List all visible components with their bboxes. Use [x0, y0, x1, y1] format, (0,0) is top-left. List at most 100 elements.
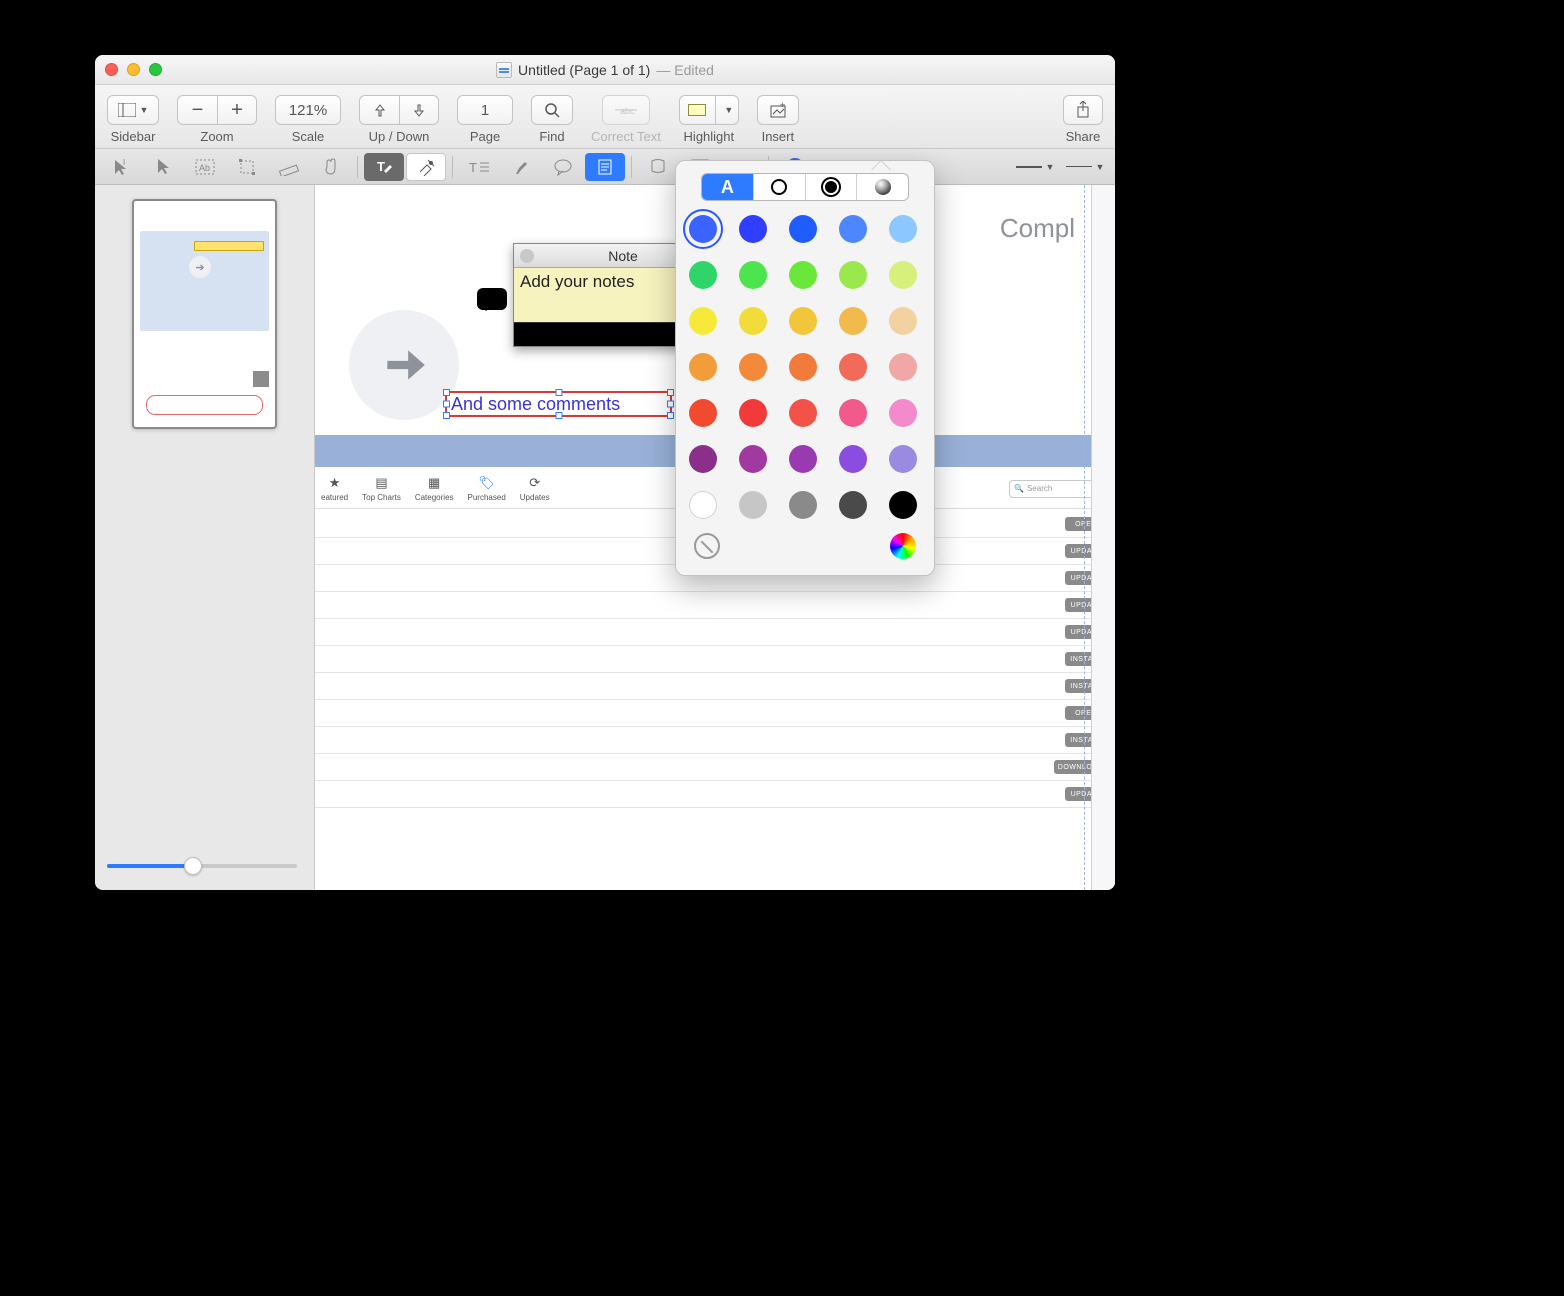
insert-button[interactable]: +	[757, 95, 799, 125]
share-group: Share	[1063, 95, 1103, 144]
text-annotation-selected[interactable]: And some comments	[445, 391, 672, 417]
zoom-in-button[interactable]: +	[217, 95, 257, 125]
share-button[interactable]	[1063, 95, 1103, 125]
hand-tool[interactable]	[311, 153, 351, 181]
resize-handle[interactable]	[443, 401, 450, 408]
color-swatch[interactable]	[789, 491, 817, 519]
color-swatch[interactable]	[739, 491, 767, 519]
text-style-tool[interactable]: T	[459, 153, 499, 181]
highlight-swatch-icon	[688, 104, 706, 116]
resize-handle[interactable]	[667, 412, 674, 419]
sphere-icon	[875, 179, 891, 195]
color-swatch[interactable]	[839, 445, 867, 473]
page-group: 1 Page	[457, 95, 513, 144]
color-swatch[interactable]	[889, 445, 917, 473]
annotation-toolbar: I Ab T T ▼ ▼	[95, 149, 1115, 185]
color-swatch[interactable]	[839, 215, 867, 243]
sidebar-toggle-button[interactable]: ▼	[107, 95, 159, 125]
resize-handle[interactable]	[443, 389, 450, 396]
color-swatch[interactable]	[839, 353, 867, 381]
color-swatch[interactable]	[839, 399, 867, 427]
color-swatch[interactable]	[839, 307, 867, 335]
color-swatch[interactable]	[689, 215, 717, 243]
resize-handle[interactable]	[555, 412, 562, 419]
area-select-tool[interactable]: Ab	[185, 153, 225, 181]
note-tool[interactable]	[585, 153, 625, 181]
text-cursor-tool[interactable]: I	[101, 153, 141, 181]
eraser-tool[interactable]	[406, 153, 446, 181]
note-close-dot[interactable]	[520, 249, 534, 263]
resize-handle[interactable]	[667, 401, 674, 408]
color-swatch[interactable]	[689, 491, 717, 519]
color-swatch[interactable]	[689, 353, 717, 381]
color-swatch[interactable]	[789, 445, 817, 473]
tab-updates[interactable]: ⟳Updates	[520, 475, 550, 502]
text-annotation-tool[interactable]: T	[364, 153, 404, 181]
color-swatch[interactable]	[889, 261, 917, 289]
color-swatch[interactable]	[739, 399, 767, 427]
mode-fill[interactable]	[806, 174, 858, 200]
find-button[interactable]	[531, 95, 573, 125]
resize-handle[interactable]	[667, 389, 674, 396]
slider-knob[interactable]	[184, 857, 202, 875]
separator	[357, 156, 358, 178]
arrow-up-icon	[374, 103, 386, 117]
color-swatch[interactable]	[889, 353, 917, 381]
color-swatch[interactable]	[739, 215, 767, 243]
crop-tool[interactable]	[227, 153, 267, 181]
marker-tool[interactable]	[501, 153, 541, 181]
ruler-tool[interactable]	[269, 153, 309, 181]
thumbnail-zoom-slider[interactable]	[107, 856, 297, 876]
color-swatch[interactable]	[889, 215, 917, 243]
window-zoom-button[interactable]	[149, 63, 162, 76]
color-swatch[interactable]	[839, 261, 867, 289]
comment-marker-black[interactable]	[477, 288, 507, 310]
tab-top-charts[interactable]: ▤Top Charts	[362, 475, 401, 502]
star-icon: ★	[327, 475, 343, 491]
color-swatch[interactable]	[789, 399, 817, 427]
color-swatch[interactable]	[789, 307, 817, 335]
speech-bubble-tool[interactable]	[543, 153, 583, 181]
scale-field[interactable]: 121%	[275, 95, 341, 125]
color-swatch[interactable]	[889, 307, 917, 335]
mode-outline[interactable]	[754, 174, 806, 200]
color-swatch[interactable]	[889, 399, 917, 427]
tab-categories[interactable]: ▦Categories	[415, 475, 454, 502]
color-swatch[interactable]	[739, 445, 767, 473]
zoom-out-button[interactable]: −	[177, 95, 217, 125]
color-swatch[interactable]	[789, 261, 817, 289]
page-up-button[interactable]	[359, 95, 399, 125]
page-down-button[interactable]	[399, 95, 439, 125]
line-style-menu[interactable]: ▼	[1011, 153, 1059, 181]
no-color-button[interactable]	[694, 533, 720, 559]
highlight-button[interactable]	[679, 95, 715, 125]
resize-handle[interactable]	[443, 412, 450, 419]
color-swatch[interactable]	[889, 491, 917, 519]
resize-handle[interactable]	[555, 389, 562, 396]
color-swatch[interactable]	[839, 491, 867, 519]
mode-3d[interactable]	[857, 174, 908, 200]
pointer-tool[interactable]	[143, 153, 183, 181]
list-row: OPEN	[315, 700, 1115, 727]
color-wheel-button[interactable]	[890, 533, 916, 559]
color-swatch[interactable]	[739, 261, 767, 289]
color-swatch[interactable]	[789, 215, 817, 243]
color-swatch[interactable]	[739, 307, 767, 335]
color-swatch[interactable]	[689, 445, 717, 473]
color-swatch[interactable]	[739, 353, 767, 381]
mode-text-color[interactable]: A	[702, 174, 754, 200]
highlight-menu-button[interactable]: ▼	[715, 95, 739, 125]
color-swatch[interactable]	[789, 353, 817, 381]
line-dash-menu[interactable]: ▼	[1061, 153, 1109, 181]
page-field[interactable]: 1	[457, 95, 513, 125]
stamp-tool[interactable]	[638, 153, 678, 181]
tab-featured[interactable]: ★eatured	[321, 475, 348, 502]
svg-text:abc: abc	[620, 106, 635, 116]
tab-purchased[interactable]: 🏷Purchased	[468, 475, 506, 502]
color-swatch[interactable]	[689, 261, 717, 289]
color-swatch[interactable]	[689, 399, 717, 427]
color-swatch[interactable]	[689, 307, 717, 335]
window-minimize-button[interactable]	[127, 63, 140, 76]
page-thumbnail[interactable]: ➔	[132, 199, 277, 429]
window-close-button[interactable]	[105, 63, 118, 76]
